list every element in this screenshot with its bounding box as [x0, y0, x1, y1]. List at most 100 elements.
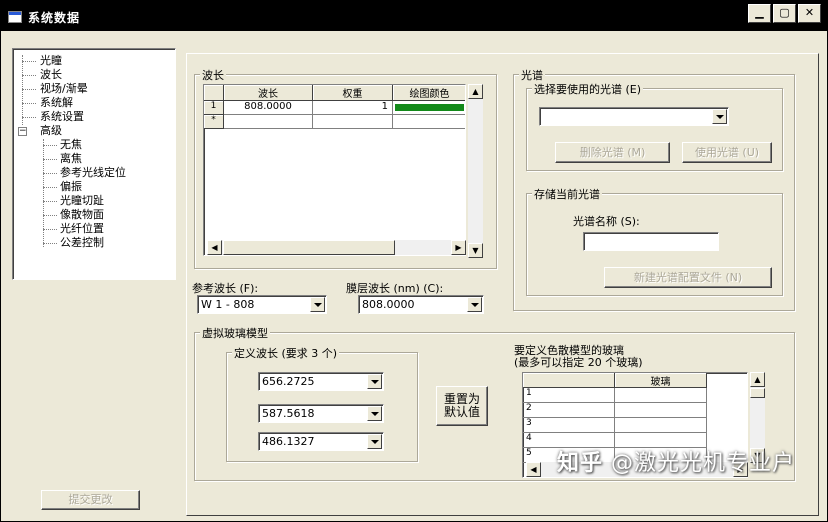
tree-item-pupil[interactable]: 光瞳: [40, 54, 62, 67]
new-row-header[interactable]: *: [204, 115, 224, 129]
tree-item-advanced[interactable]: 高级: [40, 124, 62, 137]
column-header-plot-color[interactable]: 绘图颜色: [393, 85, 465, 101]
wavelength-vertical-scrollbar[interactable]: ▲ ▼: [468, 84, 483, 258]
close-button[interactable]: ✕: [798, 4, 821, 23]
glass-cell[interactable]: [615, 388, 707, 403]
tree-connector: [43, 243, 57, 244]
scroll-up-arrow-icon[interactable]: ▲: [750, 372, 765, 387]
select-spectrum-label: 选择要使用的光谱 (E): [532, 81, 644, 97]
dropdown-arrow-icon[interactable]: [712, 109, 727, 124]
tree-connector: [22, 117, 36, 118]
glass-cell[interactable]: [615, 403, 707, 418]
tree-item-field-vignetting[interactable]: 视场/渐晕: [40, 82, 88, 95]
plot-color-cell[interactable]: [393, 101, 465, 115]
dropdown-arrow-icon[interactable]: [367, 374, 382, 389]
tree-connector: [43, 201, 57, 202]
glass-row-header[interactable]: 1: [523, 388, 615, 403]
watermark-text: @激光光机专业户: [611, 451, 796, 476]
title-bar[interactable]: 系统数据 ▁ ▢ ✕: [1, 1, 827, 31]
glass-wavelength-select-1[interactable]: 656.2725: [258, 372, 384, 391]
scroll-left-arrow-icon[interactable]: ◀: [207, 240, 222, 255]
tree-connector: [22, 61, 36, 62]
maximize-button[interactable]: ▢: [773, 4, 796, 23]
plot-color-swatch: [395, 104, 464, 111]
row-header[interactable]: 1: [204, 101, 224, 115]
glass-wavelength-value-2: 587.5618: [262, 407, 315, 420]
reference-wavelength-value: W 1 - 808: [201, 298, 255, 311]
tree-item-ray-aiming[interactable]: 参考光线定位: [60, 166, 126, 179]
wavelength-cell[interactable]: 808.0000: [224, 101, 313, 115]
coating-wavelength-value: 808.0000: [362, 298, 415, 311]
scroll-up-arrow-icon[interactable]: ▲: [468, 84, 483, 99]
scroll-left-arrow-icon[interactable]: ◀: [526, 462, 541, 477]
tree-connector: [43, 187, 57, 188]
column-header-wavelength[interactable]: 波长: [224, 85, 313, 101]
tree-item-afocal[interactable]: 无焦: [60, 138, 82, 151]
watermark-logo: 知乎: [557, 451, 604, 476]
column-header-glass[interactable]: 玻璃: [615, 373, 707, 388]
category-tree[interactable]: − 光瞳 波长 视场/渐晕 系统解 系统设置 高级 无焦 离焦 参考光线定位 偏…: [12, 48, 176, 280]
tree-item-astigmatic-object[interactable]: 像散物面: [60, 208, 104, 221]
tree-item-wavelength[interactable]: 波长: [40, 68, 62, 81]
grid-corner[interactable]: [204, 85, 224, 101]
glass-row-header[interactable]: 2: [523, 403, 615, 418]
submit-changes-button[interactable]: 提交更改: [41, 490, 140, 510]
reference-wavelength-label: 参考波长 (F):: [192, 282, 259, 295]
spectrum-name-input[interactable]: [583, 232, 719, 251]
tree-connector: [22, 89, 36, 90]
watermark: 知乎 @激光光机专业户: [557, 445, 795, 477]
scroll-right-arrow-icon[interactable]: ▶: [451, 240, 466, 255]
dropdown-arrow-icon[interactable]: [467, 297, 482, 312]
tree-connector: [43, 145, 57, 146]
column-header-weight[interactable]: 权重: [313, 85, 393, 101]
glass-wavelength-select-3[interactable]: 486.1327: [258, 432, 384, 451]
use-spectrum-button[interactable]: 使用光谱 (U): [682, 142, 772, 163]
tree-item-system-solve[interactable]: 系统解: [40, 96, 73, 109]
glass-wavelength-value-1: 656.2725: [262, 375, 315, 388]
dropdown-arrow-icon[interactable]: [310, 297, 325, 312]
minimize-button[interactable]: ▁: [748, 4, 771, 23]
wavelength-horizontal-scrollbar[interactable]: ◀ ▶: [207, 240, 466, 255]
tree-expand-toggle[interactable]: −: [18, 127, 27, 136]
tree-item-defocus[interactable]: 离焦: [60, 152, 82, 165]
system-data-window: 系统数据 ▁ ▢ ✕ − 光瞳 波长 视场/渐晕 系统解 系统设置 高级 无焦 …: [0, 0, 828, 522]
glass-list-hint: (最多可以指定 20 个玻璃): [514, 356, 643, 369]
glass-cell[interactable]: [615, 418, 707, 433]
scroll-thumb[interactable]: [223, 240, 395, 255]
delete-spectrum-button[interactable]: 删除光谱 (M): [555, 142, 670, 163]
plot-color-cell[interactable]: [393, 115, 465, 129]
tree-connector: [43, 215, 57, 216]
glass-grid-corner[interactable]: [523, 373, 615, 388]
wavelength-cell[interactable]: [224, 115, 313, 129]
tree-item-system-settings[interactable]: 系统设置: [40, 110, 84, 123]
tree-item-tolerance-control[interactable]: 公差控制: [60, 236, 104, 249]
save-spectrum-label: 存储当前光谱: [532, 186, 602, 202]
glass-wavelength-value-3: 486.1327: [262, 435, 315, 448]
new-spectrum-config-button[interactable]: 新建光谱配置文件 (N): [604, 267, 772, 288]
tree-connector: [22, 75, 36, 76]
wavelength-group-label: 波长: [200, 67, 226, 83]
tree-connector: [43, 173, 57, 174]
dropdown-arrow-icon[interactable]: [367, 434, 382, 449]
define-wavelength-label: 定义波长 (要求 3 个): [232, 345, 340, 361]
tree-connector: [43, 139, 44, 247]
wavelength-grid[interactable]: 波长 权重 绘图颜色 1 808.0000 1 *: [203, 84, 466, 256]
weight-cell[interactable]: [313, 115, 393, 129]
tree-connector: [22, 103, 36, 104]
app-window-icon: [8, 11, 22, 23]
glass-wavelength-select-2[interactable]: 587.5618: [258, 404, 384, 423]
spectrum-select[interactable]: [539, 107, 729, 126]
scroll-thumb[interactable]: [750, 388, 765, 398]
tree-connector: [22, 55, 23, 125]
reference-wavelength-select[interactable]: W 1 - 808: [197, 295, 327, 314]
tree-item-polarization[interactable]: 偏振: [60, 180, 82, 193]
weight-cell[interactable]: 1: [313, 101, 393, 115]
scroll-down-arrow-icon[interactable]: ▼: [468, 243, 483, 258]
glass-row-header[interactable]: 3: [523, 418, 615, 433]
reset-default-button[interactable]: 重置为 默认值: [436, 386, 488, 426]
coating-wavelength-select[interactable]: 808.0000: [358, 295, 484, 314]
tree-item-apodization[interactable]: 光瞳切趾: [60, 194, 104, 207]
tree-item-fiber-position[interactable]: 光纤位置: [60, 222, 104, 235]
virtual-glass-label: 虚拟玻璃模型: [200, 325, 270, 341]
dropdown-arrow-icon[interactable]: [367, 406, 382, 421]
